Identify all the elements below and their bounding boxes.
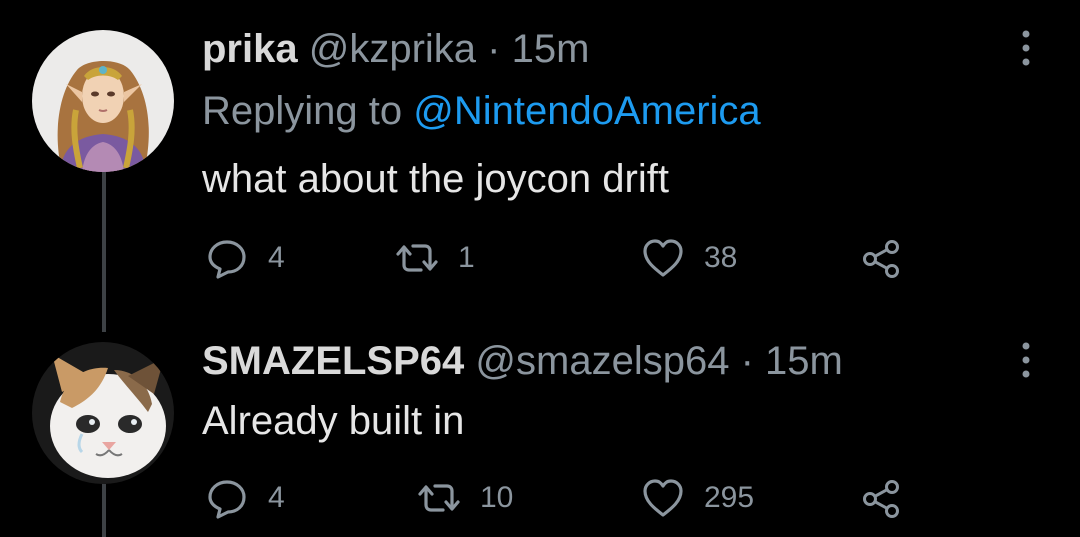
zelda-avatar-image: [32, 30, 174, 172]
avatar[interactable]: [32, 342, 174, 484]
avatar[interactable]: [32, 30, 174, 172]
retweet-count: 10: [480, 481, 514, 514]
vertical-dots-icon[interactable]: [1013, 28, 1039, 68]
like-button[interactable]: 38: [640, 234, 737, 282]
tweet-text: Already built in: [202, 399, 465, 443]
retweet-arrows-icon: [396, 244, 438, 272]
share-nodes-icon: [863, 240, 899, 278]
like-button[interactable]: 295: [640, 474, 754, 522]
mention-link[interactable]: @NintendoAmerica: [413, 89, 760, 133]
tweet-text: what about the joycon drift: [202, 157, 669, 201]
tweet-actions: 4 10 295: [202, 474, 962, 522]
retweet-button[interactable]: 1: [394, 234, 475, 282]
user-handle[interactable]: @smazelsp64: [475, 339, 729, 383]
share-nodes-icon: [863, 480, 899, 518]
thread-line-upper: [102, 172, 106, 332]
share-button[interactable]: [858, 474, 904, 522]
share-button[interactable]: [858, 234, 904, 282]
crying-cat-avatar-image: [32, 342, 174, 484]
reply-count: 4: [268, 481, 285, 514]
reply-count: 4: [268, 241, 285, 274]
heart-icon: [643, 239, 683, 277]
replying-to: Replying to @NintendoAmerica: [202, 88, 761, 134]
display-name[interactable]: SMAZELSP64: [202, 339, 464, 383]
tweet-actions: 4 1 38: [202, 234, 962, 282]
timestamp[interactable]: 15m: [512, 27, 590, 71]
thread-line-lower: [102, 484, 106, 537]
reply-button[interactable]: 4: [204, 474, 285, 522]
speech-bubble-icon: [208, 240, 246, 279]
speech-bubble-icon: [208, 480, 246, 519]
tweet-header: SMAZELSP64 @smazelsp64 · 15m: [202, 338, 843, 384]
retweet-count: 1: [458, 241, 475, 274]
user-handle[interactable]: @kzprika: [309, 27, 476, 71]
replying-to-label: Replying to: [202, 89, 403, 133]
separator-dot: ·: [740, 339, 754, 383]
reply-button[interactable]: 4: [204, 234, 285, 282]
retweet-button[interactable]: 10: [416, 474, 513, 522]
vertical-dots-icon[interactable]: [1013, 340, 1039, 380]
timestamp[interactable]: 15m: [765, 339, 843, 383]
display-name[interactable]: prika: [202, 27, 298, 71]
retweet-arrows-icon: [418, 484, 460, 512]
heart-icon: [643, 479, 683, 517]
like-count: 295: [704, 481, 755, 514]
like-count: 38: [704, 241, 738, 274]
separator-dot: ·: [487, 27, 501, 71]
tweet-header: prika @kzprika · 15m: [202, 26, 589, 72]
